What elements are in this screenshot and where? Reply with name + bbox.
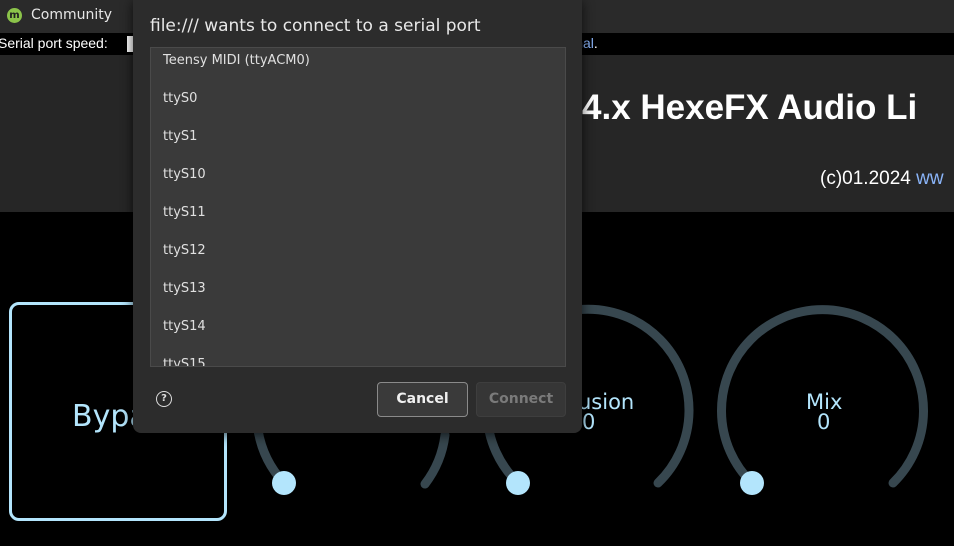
- knob1-handle[interactable]: [272, 471, 296, 495]
- knob3-handle[interactable]: [506, 471, 530, 495]
- port-item[interactable]: ttyS10: [151, 162, 565, 200]
- port-item[interactable]: ttyS11: [151, 200, 565, 238]
- port-item[interactable]: Teensy MIDI (ttyACM0): [151, 48, 565, 86]
- knob4-handle[interactable]: [740, 471, 764, 495]
- port-item[interactable]: ttyS15: [151, 352, 565, 366]
- knob-value-mix: 0: [817, 410, 831, 434]
- port-list[interactable]: Teensy MIDI (ttyACM0) ttyS0 ttyS1 ttyS10…: [150, 47, 566, 367]
- cancel-button[interactable]: Cancel: [377, 382, 468, 417]
- port-item[interactable]: ttyS13: [151, 276, 565, 314]
- dialog-title: file:/// wants to connect to a serial po…: [150, 16, 481, 36]
- help-icon[interactable]: ?: [156, 391, 172, 407]
- connect-button[interactable]: Connect: [476, 382, 566, 417]
- knob-value-fusion: 0: [582, 410, 596, 434]
- serial-port-dialog: file:/// wants to connect to a serial po…: [133, 0, 582, 433]
- knob2-track-right: [420, 430, 450, 489]
- port-item[interactable]: ttyS14: [151, 314, 565, 352]
- port-item[interactable]: ttyS12: [151, 238, 565, 276]
- port-item[interactable]: ttyS1: [151, 124, 565, 162]
- port-item[interactable]: ttyS0: [151, 86, 565, 124]
